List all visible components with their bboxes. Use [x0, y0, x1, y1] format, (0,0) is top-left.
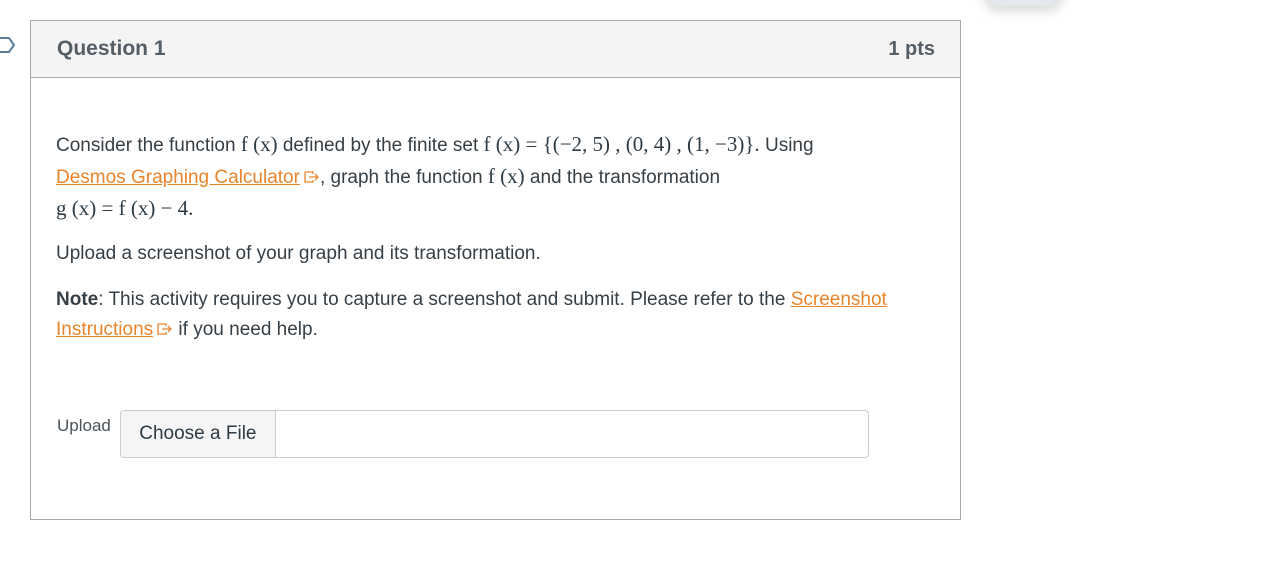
question-prompt: Consider the function f (x) defined by t…: [56, 132, 814, 220]
question-title: Question 1: [57, 37, 166, 60]
floating-action-button[interactable]: [985, 0, 1061, 6]
note-label: Note: [56, 289, 99, 310]
math-set-expression: f (x) = {(−2, 5) , (0, 4) , (1, −3)}.: [483, 132, 760, 156]
question-card: Question 1 1 pts Consider the function f…: [30, 20, 961, 520]
math-gx-expression: g (x) = f (x) − 4.: [56, 196, 194, 220]
upload-instruction: Upload a screenshot of your graph and it…: [56, 243, 541, 264]
math-fx: f (x): [487, 164, 525, 188]
bookmark-flag-icon[interactable]: [0, 36, 16, 54]
upload-label: Upload: [57, 416, 111, 435]
choose-file-button[interactable]: Choose a File: [120, 411, 276, 457]
file-upload-input[interactable]: Choose a File: [119, 410, 869, 458]
external-link-icon: [304, 171, 319, 183]
question-points: 1 pts: [888, 37, 935, 60]
external-link-icon: [157, 323, 173, 335]
desmos-link[interactable]: Desmos Graphing Calculator: [56, 167, 300, 188]
math-fx: f (x): [240, 132, 278, 156]
question-body: Consider the function f (x) defined by t…: [31, 129, 960, 345]
upload-row: Upload Choose a File: [57, 410, 869, 458]
question-header: Question 1 1 pts: [31, 21, 960, 78]
note-paragraph: Note: This activity requires you to capt…: [56, 289, 887, 340]
